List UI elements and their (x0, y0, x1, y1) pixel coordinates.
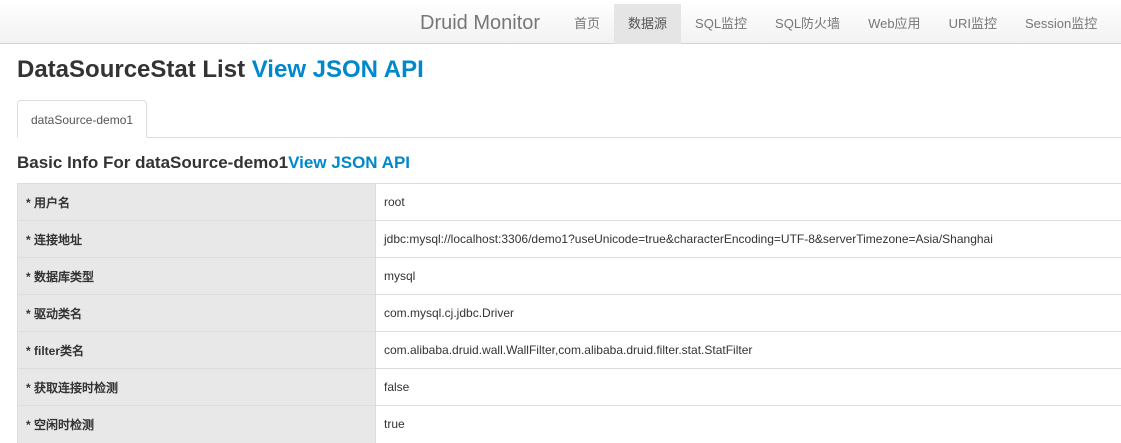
table-row: * filter类名 com.alibaba.druid.wall.WallFi… (18, 332, 1121, 369)
section-title: Basic Info For dataSource-demo1View JSON… (17, 151, 410, 175)
nav-item-truncated[interactable]: S (1111, 4, 1121, 44)
nav-item-sql-monitor[interactable]: SQL监控 (681, 4, 761, 44)
nav-item-home[interactable]: 首页 (560, 4, 614, 44)
row-key: * 空闲时检测 (18, 406, 376, 443)
tab-datasource-demo1[interactable]: dataSource-demo1 (17, 100, 147, 138)
nav-item-sql-firewall[interactable]: SQL防火墙 (761, 4, 854, 44)
row-key: * 用户名 (18, 184, 376, 221)
row-key: * 驱动类名 (18, 295, 376, 332)
tabs-divider (17, 137, 1121, 138)
row-value: mysql (376, 258, 1121, 295)
table-row: * 空闲时检测 true (18, 406, 1121, 443)
nav-item-datasource[interactable]: 数据源 (614, 4, 681, 44)
section-title-text: Basic Info For dataSource-demo1 (17, 153, 288, 172)
row-value: jdbc:mysql://localhost:3306/demo1?useUni… (376, 221, 1121, 258)
row-key: * 数据库类型 (18, 258, 376, 295)
view-json-api-link[interactable]: View JSON API (252, 56, 424, 83)
page-title: DataSourceStat List View JSON API (17, 55, 424, 85)
nav-item-web-app[interactable]: Web应用 (854, 4, 935, 44)
row-key: * 获取连接时检测 (18, 369, 376, 406)
row-value: com.mysql.cj.jdbc.Driver (376, 295, 1121, 332)
row-value: true (376, 406, 1121, 443)
brand-title[interactable]: Druid Monitor (420, 9, 540, 37)
nav-menu: 首页 数据源 SQL监控 SQL防火墙 Web应用 URI监控 Session监… (560, 4, 1121, 44)
section-view-json-api-link[interactable]: View JSON API (288, 153, 410, 172)
table-row: * 连接地址 jdbc:mysql://localhost:3306/demo1… (18, 221, 1121, 258)
nav-item-uri-monitor[interactable]: URI监控 (935, 4, 1011, 44)
page-title-text: DataSourceStat List (17, 56, 245, 83)
table-row: * 数据库类型 mysql (18, 258, 1121, 295)
basic-info-table: * 用户名 root * 连接地址 jdbc:mysql://localhost… (17, 183, 1121, 443)
nav-item-session-monitor[interactable]: Session监控 (1011, 4, 1111, 44)
row-value: root (376, 184, 1121, 221)
table-row: * 获取连接时检测 false (18, 369, 1121, 406)
table-row: * 用户名 root (18, 184, 1121, 221)
table-row: * 驱动类名 com.mysql.cj.jdbc.Driver (18, 295, 1121, 332)
top-navbar: Druid Monitor 首页 数据源 SQL监控 SQL防火墙 Web应用 … (0, 0, 1121, 44)
row-value: false (376, 369, 1121, 406)
row-key: * 连接地址 (18, 221, 376, 258)
row-key: * filter类名 (18, 332, 376, 369)
row-value: com.alibaba.druid.wall.WallFilter,com.al… (376, 332, 1121, 369)
